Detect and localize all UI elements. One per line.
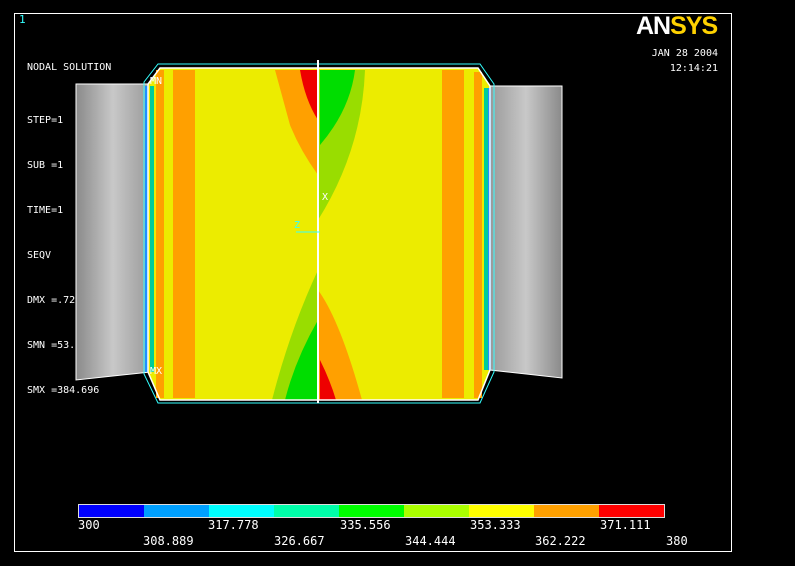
- legend-tick: 371.111: [600, 518, 651, 532]
- legend-swatch: [209, 505, 274, 517]
- legend-tick: 344.444: [405, 534, 456, 548]
- min-marker: MN: [150, 76, 163, 87]
- legend-tick: 326.667: [274, 534, 325, 548]
- legend-tick: 300: [78, 518, 100, 532]
- legend-swatch: [404, 505, 469, 517]
- legend-tick: 362.222: [535, 534, 586, 548]
- right-end-cap: [489, 85, 563, 379]
- legend-swatch: [79, 505, 144, 517]
- left-end-cap: [75, 83, 151, 381]
- legend-swatch: [469, 505, 534, 517]
- legend-tick: 335.556: [340, 518, 391, 532]
- legend-tick: 353.333: [470, 518, 521, 532]
- legend-swatch: [144, 505, 209, 517]
- max-marker: MX: [150, 366, 163, 377]
- color-legend: [78, 504, 665, 518]
- legend-swatch: [599, 505, 664, 517]
- legend-tick: 380: [666, 534, 688, 548]
- axis-z-label: Z: [294, 220, 301, 231]
- band-left-inner: [173, 70, 195, 398]
- legend-tick: 308.889: [143, 534, 194, 548]
- legend-swatch: [339, 505, 404, 517]
- legend-tick: 317.778: [208, 518, 259, 532]
- legend-swatch: [274, 505, 339, 517]
- band-right-outer: [474, 72, 482, 398]
- stress-contour-plot: [75, 60, 563, 404]
- axis-x-label: X: [322, 192, 329, 203]
- band-right-inner: [442, 70, 464, 398]
- legend-swatch: [534, 505, 599, 517]
- band-left-outer: [156, 70, 164, 398]
